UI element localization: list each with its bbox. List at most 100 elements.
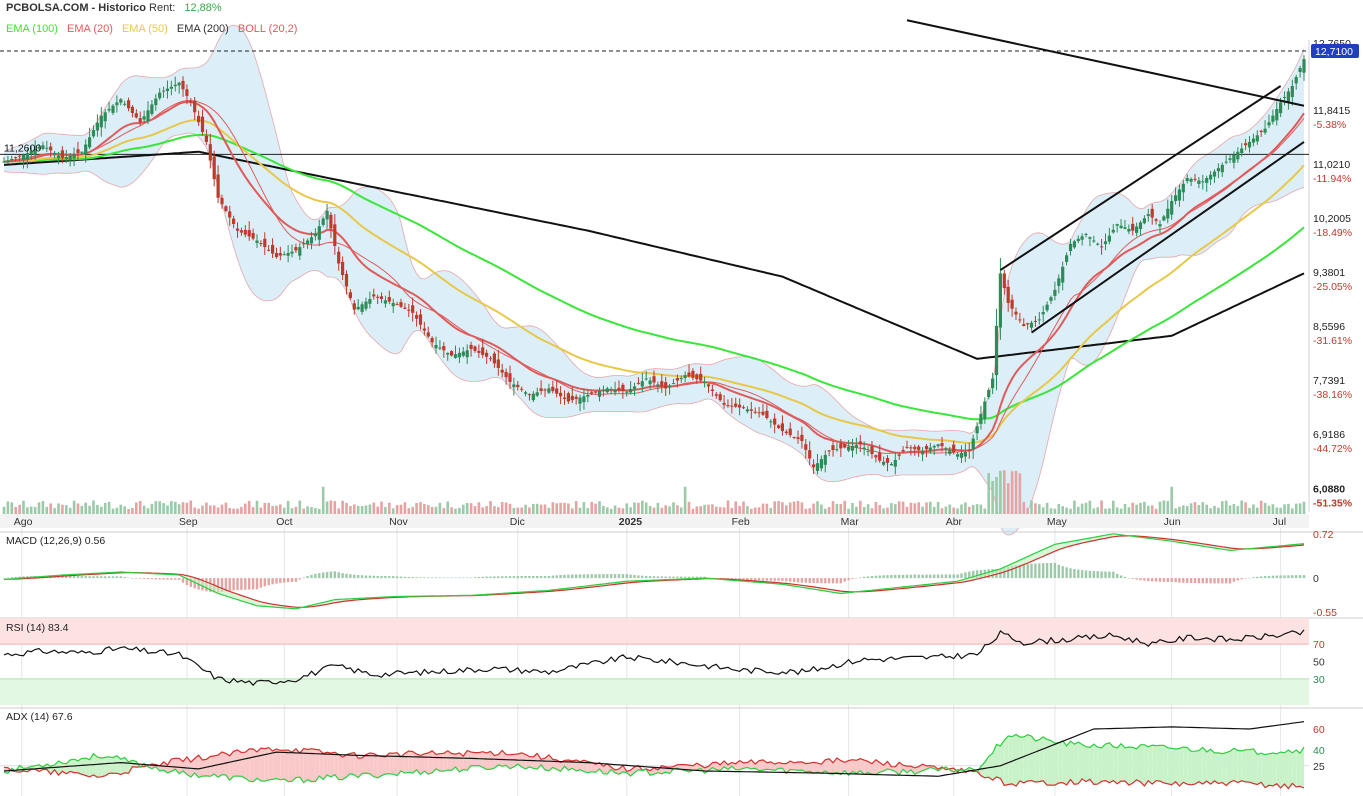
- candle-body: [625, 391, 629, 393]
- pct-tick-label: -31.61%: [1313, 335, 1352, 347]
- adx-di-fill: [264, 747, 269, 782]
- volume-bar: [360, 506, 364, 514]
- volume-bar: [57, 503, 60, 514]
- adx-di-fill: [1140, 744, 1145, 786]
- volume-bar: [812, 503, 815, 514]
- candle-body: [1061, 266, 1065, 283]
- volume-bar: [1010, 471, 1014, 514]
- adx-di-fill: [1105, 742, 1110, 783]
- candle-body: [874, 455, 878, 458]
- candle-body: [173, 84, 177, 87]
- candle-body: [551, 386, 555, 392]
- candle-body: [905, 446, 909, 448]
- macd-hist-bar: [536, 576, 539, 579]
- candle-body: [282, 254, 286, 256]
- volume-bar: [894, 504, 897, 514]
- macd-hist-bar: [271, 578, 274, 585]
- volume-bar: [115, 507, 119, 514]
- macd-hist-bar: [283, 578, 286, 583]
- volume-bar: [1170, 486, 1173, 514]
- candle-body: [1189, 178, 1193, 182]
- pct-tick-label: -38.16%: [1313, 389, 1352, 401]
- volume-bar: [1006, 483, 1010, 514]
- candle-body: [1037, 319, 1041, 321]
- x-tick-label: Ago: [14, 516, 33, 528]
- macd-hist-bar: [1042, 563, 1045, 579]
- macd-hist-bar: [1302, 575, 1306, 579]
- candle-body: [64, 157, 68, 159]
- candle-body: [617, 387, 621, 391]
- macd-hist-bar: [921, 574, 924, 579]
- x-tick-label: May: [1047, 516, 1068, 528]
- macd-hist-bar: [72, 576, 76, 579]
- candle-body: [944, 448, 948, 450]
- macd-hist-bar: [322, 572, 325, 579]
- candle-body: [1216, 168, 1220, 172]
- adx-di-fill: [1233, 748, 1238, 783]
- macd-hist-bar: [154, 578, 157, 580]
- adx-di-fill: [241, 752, 246, 779]
- adx-di-fill: [1082, 744, 1086, 782]
- volume-bar: [707, 504, 710, 514]
- candle-body: [1065, 255, 1069, 262]
- macd-hist-bar: [843, 578, 846, 582]
- candle-body: [53, 153, 57, 155]
- adx-di-fill: [1198, 747, 1203, 784]
- volume-bar: [520, 507, 523, 514]
- macd-hist-bar: [1197, 578, 1201, 584]
- macd-hist-bar: [158, 578, 161, 580]
- candle-body: [364, 301, 368, 309]
- macd-hist-bar: [940, 574, 944, 579]
- volume-bar: [1182, 505, 1185, 514]
- macd-hist-bar: [754, 578, 757, 581]
- volume-bar: [1154, 508, 1158, 514]
- rsi-tick-label: 70: [1313, 639, 1325, 651]
- macd-hist-bar: [174, 578, 177, 580]
- volume-bar: [699, 506, 702, 514]
- volume-bar: [563, 502, 566, 514]
- adx-di-fill: [105, 756, 110, 776]
- volume-bar: [1030, 500, 1033, 514]
- candle-body: [648, 380, 652, 385]
- volume-bar: [135, 502, 138, 514]
- macd-hist-bar: [170, 578, 173, 580]
- volume-bar: [1298, 503, 1302, 514]
- volume-bar: [676, 505, 679, 514]
- adx-di-fill: [1249, 748, 1254, 784]
- macd-hist-bar: [894, 574, 897, 579]
- volume-bar: [240, 506, 243, 514]
- volume-bar: [761, 503, 765, 514]
- macd-hist-bar: [1291, 575, 1294, 579]
- candle-body: [376, 296, 380, 298]
- macd-hist-bar: [310, 574, 313, 579]
- adx-di-fill: [1214, 752, 1219, 784]
- candle-body: [952, 444, 956, 453]
- candle-body: [1212, 171, 1217, 177]
- adx-di-fill: [1113, 746, 1118, 784]
- volume-bar: [866, 504, 870, 514]
- candle-body: [796, 437, 800, 439]
- volume-bar: [244, 503, 247, 514]
- adx-di-fill: [1023, 734, 1028, 783]
- macd-hist-bar: [392, 576, 395, 579]
- candle-body: [298, 247, 302, 256]
- volume-bar: [559, 502, 562, 514]
- candle-body: [831, 445, 835, 450]
- adx-di-fill: [1269, 753, 1273, 786]
- macd-hist-bar: [956, 574, 959, 579]
- adx-di-fill: [1016, 734, 1020, 787]
- candle-body: [512, 384, 516, 388]
- volume-bar: [995, 476, 998, 514]
- volume-bar: [80, 505, 84, 514]
- candle-body: [956, 454, 960, 457]
- adx-di-fill: [408, 751, 413, 774]
- volume-bar: [403, 502, 407, 514]
- volume-bar: [318, 508, 321, 514]
- macd-hist-bar: [590, 574, 593, 579]
- macd-hist-bar: [1166, 578, 1169, 582]
- adx-di-fill: [1121, 743, 1125, 782]
- rent-label: Rent:: [149, 2, 176, 14]
- volume-bar: [1197, 505, 1201, 514]
- adx-di-fill: [1288, 750, 1293, 789]
- macd-hist-bar: [1186, 578, 1189, 583]
